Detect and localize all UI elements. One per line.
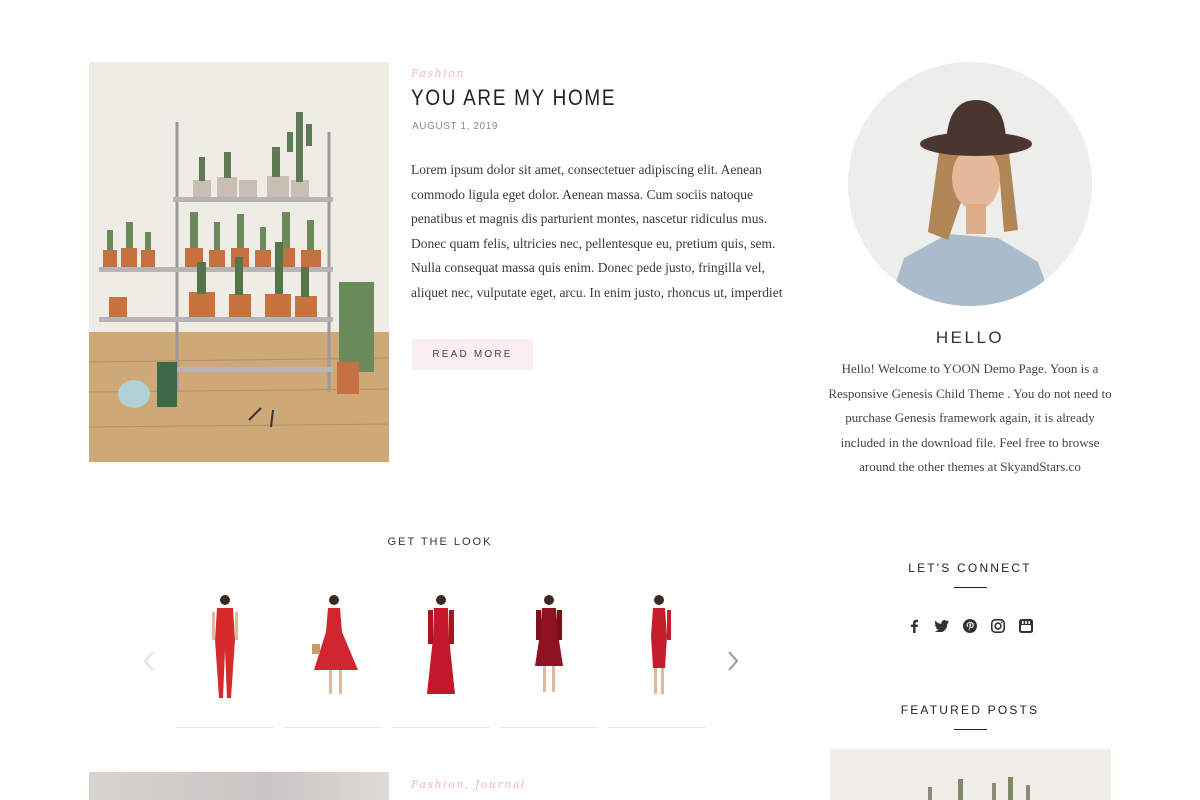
product-item-lace-gown[interactable] — [392, 590, 490, 728]
read-more-button[interactable]: READ MORE — [412, 339, 533, 370]
product-item-sheath-dress[interactable] — [608, 590, 706, 728]
red-lace-gown-image — [427, 595, 455, 694]
featured-cactus-photo — [830, 749, 1111, 800]
instagram-icon[interactable] — [990, 618, 1006, 634]
product-item-jumpsuit[interactable] — [176, 590, 274, 728]
red-jumpsuit-image — [212, 595, 238, 698]
chevron-right-icon[interactable] — [723, 648, 743, 674]
product-item-midi-dress[interactable] — [284, 590, 382, 728]
burgundy-lace-dress-image — [535, 595, 563, 692]
social-icons — [906, 617, 1034, 635]
woman-in-hat-portrait — [848, 62, 1092, 306]
about-widget-title: HELLO — [935, 328, 1005, 347]
post2-categories[interactable]: Fashion, Journal — [411, 778, 526, 791]
about-widget-text: Hello! Welcome to YOON Demo Page. Yoon i… — [828, 361, 1112, 474]
author-avatar — [848, 62, 1092, 306]
pinterest-icon[interactable] — [962, 618, 978, 634]
featured-title-divider — [954, 729, 987, 730]
red-sheath-dress-image — [651, 595, 671, 694]
post-title[interactable]: YOU ARE MY HOME — [411, 85, 616, 111]
featured-posts-title: FEATURED POSTS — [900, 703, 1040, 717]
red-midi-dress-image — [312, 595, 358, 694]
connect-widget-title: LET'S CONNECT — [908, 561, 1032, 575]
youtube-icon[interactable] — [1018, 618, 1034, 634]
chevron-left-icon[interactable] — [140, 648, 160, 674]
post2-featured-image[interactable] — [89, 772, 389, 800]
post-featured-image[interactable] — [89, 62, 389, 462]
connect-title-divider — [954, 587, 987, 588]
post-date: AUGUST 1, 2019 — [412, 121, 499, 132]
plant-shelf-image — [89, 62, 389, 462]
twitter-icon[interactable] — [934, 618, 950, 634]
facebook-icon[interactable] — [906, 618, 922, 634]
post-excerpt: Lorem ipsum dolor sit amet, consectetuer… — [411, 162, 783, 300]
featured-post-image[interactable] — [830, 749, 1111, 800]
product-item-burgundy-dress[interactable] — [500, 590, 598, 728]
post-category-link[interactable]: Fashion — [411, 67, 465, 80]
get-the-look-title: GET THE LOOK — [387, 536, 493, 548]
